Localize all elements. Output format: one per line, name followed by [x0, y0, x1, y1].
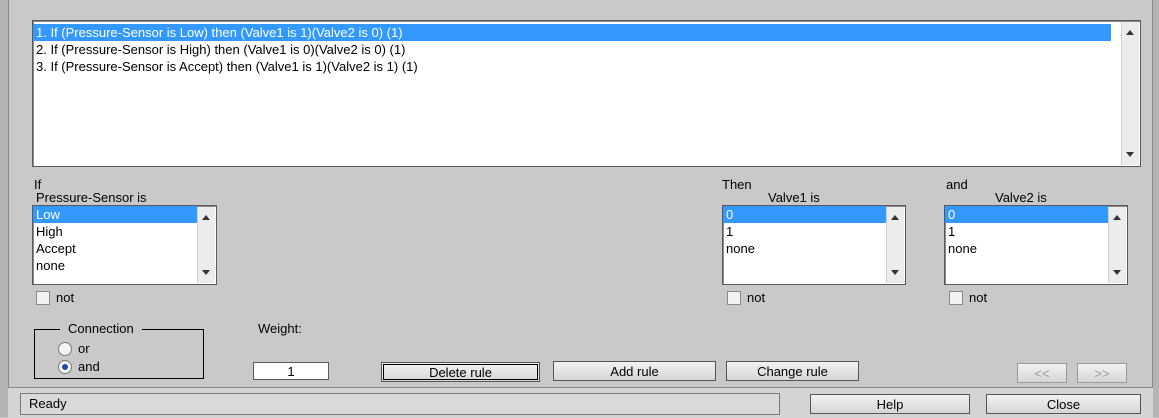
scroll-down-icon[interactable] — [1126, 152, 1134, 157]
input-membership-listbox[interactable]: Low High Accept none — [32, 205, 217, 285]
connection-title: Connection — [60, 321, 142, 336]
rule-item[interactable]: 1. If (Pressure-Sensor is Low) then (Val… — [33, 24, 1111, 41]
list-item[interactable]: 0 — [723, 206, 886, 223]
and-header: and — [946, 177, 968, 192]
connection-and-radio[interactable] — [58, 360, 72, 374]
output2-not-label: not — [969, 290, 988, 305]
output1-not-checkbox[interactable] — [727, 291, 741, 305]
status-text: Ready — [20, 393, 780, 415]
list-item[interactable]: 1 — [945, 223, 1127, 240]
list-item[interactable]: none — [723, 240, 905, 257]
output1-listbox-scrollbar[interactable] — [886, 207, 904, 283]
window-left-border — [0, 0, 9, 417]
scroll-down-icon[interactable] — [202, 270, 210, 275]
scroll-down-icon[interactable] — [1113, 270, 1121, 275]
window-right-border — [1152, 0, 1159, 417]
list-item[interactable]: 0 — [945, 206, 1108, 223]
output1-membership-listbox[interactable]: 0 1 none — [722, 205, 906, 285]
then-header: Then — [722, 177, 752, 192]
close-button[interactable]: Close — [986, 394, 1141, 414]
scroll-up-icon[interactable] — [202, 215, 210, 220]
weight-label: Weight: — [258, 321, 302, 336]
connection-and-label: and — [78, 359, 100, 374]
list-item[interactable]: Low — [33, 206, 197, 223]
connection-or-label: or — [78, 341, 90, 356]
input-not-label: not — [56, 290, 75, 305]
input-listbox-scrollbar[interactable] — [197, 207, 215, 283]
weight-input[interactable]: 1 — [253, 362, 329, 380]
output2-not-checkbox[interactable] — [949, 291, 963, 305]
rules-listbox[interactable]: 1. If (Pressure-Sensor is Low) then (Val… — [32, 20, 1141, 167]
add-rule-button[interactable]: Add rule — [553, 361, 716, 381]
previous-button[interactable]: << — [1017, 363, 1067, 383]
scroll-up-icon[interactable] — [1113, 215, 1121, 220]
scroll-down-icon[interactable] — [891, 270, 899, 275]
output1-not-label: not — [747, 290, 766, 305]
change-rule-button[interactable]: Change rule — [726, 361, 859, 381]
next-button[interactable]: >> — [1077, 363, 1127, 383]
output2-listbox-scrollbar[interactable] — [1108, 207, 1126, 283]
output1-variable-label: Valve1 is — [768, 190, 820, 205]
input-not-checkbox[interactable] — [36, 291, 50, 305]
output2-membership-listbox[interactable]: 0 1 none — [944, 205, 1128, 285]
scroll-up-icon[interactable] — [891, 215, 899, 220]
list-item[interactable]: none — [945, 240, 1127, 257]
help-button[interactable]: Help — [810, 394, 970, 414]
connection-or-radio[interactable] — [58, 342, 72, 356]
rule-item[interactable]: 3. If (Pressure-Sensor is Accept) then (… — [33, 58, 1140, 75]
list-item[interactable]: High — [33, 223, 216, 240]
delete-rule-button[interactable]: Delete rule — [381, 362, 540, 382]
scroll-up-icon[interactable] — [1126, 30, 1134, 35]
input-variable-label: Pressure-Sensor is — [36, 190, 147, 205]
rules-scrollbar[interactable] — [1121, 22, 1139, 165]
list-item[interactable]: Accept — [33, 240, 216, 257]
list-item[interactable]: 1 — [723, 223, 905, 240]
list-item[interactable]: none — [33, 257, 216, 274]
rule-item[interactable]: 2. If (Pressure-Sensor is High) then (Va… — [33, 41, 1140, 58]
output2-variable-label: Valve2 is — [995, 190, 1047, 205]
